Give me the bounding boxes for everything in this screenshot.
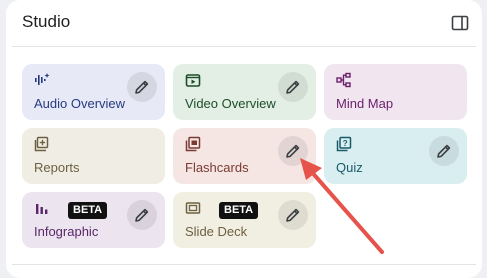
pencil-icon xyxy=(286,208,300,222)
beta-badge: BETA xyxy=(68,202,108,219)
tile-video-overview[interactable]: Video Overview xyxy=(173,64,316,120)
svg-text:?: ? xyxy=(343,139,348,148)
tile-label: Mind Map xyxy=(336,96,394,111)
tile-label: Slide Deck xyxy=(185,224,248,239)
edit-button[interactable] xyxy=(278,136,308,166)
tile-reports[interactable]: Reports xyxy=(22,128,165,184)
edit-button[interactable] xyxy=(278,72,308,102)
audio-waveform-icon xyxy=(35,73,50,85)
panel-toggle-icon xyxy=(451,15,469,31)
quiz-icon: ? xyxy=(336,136,352,152)
tile-label: Audio Overview xyxy=(34,96,126,111)
header-divider xyxy=(12,46,476,47)
studio-title: Studio xyxy=(22,12,71,31)
footer-divider xyxy=(12,264,476,265)
flashcards-icon xyxy=(185,136,201,152)
tile-label: Video Overview xyxy=(185,96,276,111)
pencil-icon xyxy=(135,208,149,222)
pencil-icon xyxy=(135,80,149,94)
pencil-icon xyxy=(286,80,300,94)
pencil-icon xyxy=(286,144,300,158)
mind-map-icon xyxy=(336,72,351,88)
tile-quiz[interactable]: ? Quiz xyxy=(324,128,467,184)
edit-button[interactable] xyxy=(127,200,157,230)
tile-flashcards[interactable]: Flashcards xyxy=(173,128,316,184)
tile-slide-deck[interactable]: BETA Slide Deck xyxy=(173,192,316,248)
tile-label: Quiz xyxy=(336,160,363,175)
slide-deck-icon xyxy=(185,202,201,214)
beta-badge: BETA xyxy=(219,202,259,219)
infographic-icon xyxy=(36,204,48,214)
pencil-icon xyxy=(437,144,451,158)
tile-mind-map[interactable]: Mind Map xyxy=(324,64,467,120)
reports-icon xyxy=(34,136,49,152)
tile-audio-overview[interactable]: Audio Overview xyxy=(22,64,165,120)
edit-button[interactable] xyxy=(127,72,157,102)
tile-label: Flashcards xyxy=(185,160,249,175)
edit-button[interactable] xyxy=(429,136,459,166)
tile-label: Reports xyxy=(34,160,80,175)
video-icon xyxy=(185,74,201,87)
edit-button[interactable] xyxy=(278,200,308,230)
studio-panel: Studio Audio Overview Video Overview Min… xyxy=(6,0,482,278)
panel-toggle-button[interactable] xyxy=(449,12,471,34)
tile-infographic[interactable]: BETA Infographic xyxy=(22,192,165,248)
tile-label: Infographic xyxy=(34,224,99,239)
